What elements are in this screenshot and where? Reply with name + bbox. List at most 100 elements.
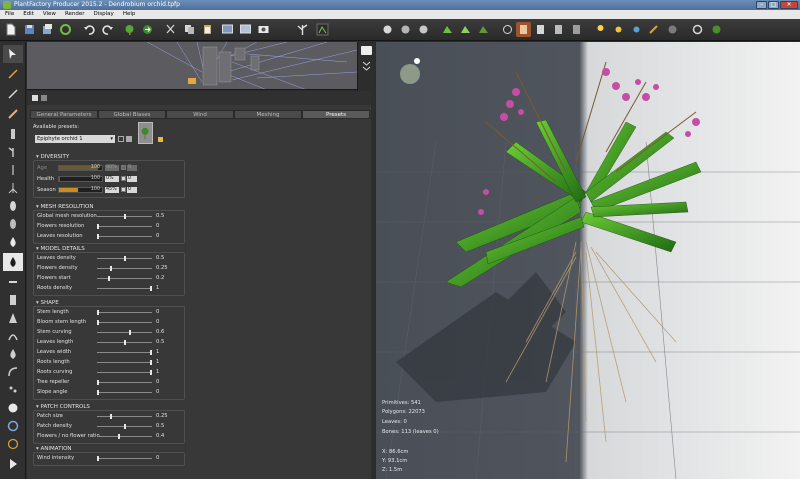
bones-mode-icon[interactable] — [476, 22, 491, 37]
recycle-icon[interactable] — [58, 22, 73, 37]
slider-knob[interactable] — [97, 320, 99, 325]
display-icon[interactable] — [315, 22, 330, 37]
param-slider[interactable] — [97, 340, 152, 345]
cut-icon[interactable] — [163, 22, 178, 37]
menu-help[interactable]: Help — [123, 10, 136, 19]
param-value[interactable]: 0.25 — [156, 413, 168, 419]
maximize-button[interactable]: □ — [768, 1, 779, 9]
param-value[interactable]: 0.5 — [156, 213, 164, 219]
param-slider[interactable] — [97, 370, 152, 375]
graph-view-icon[interactable] — [220, 22, 235, 37]
slider-knob[interactable] — [97, 380, 99, 385]
branch-icon[interactable] — [295, 22, 310, 37]
slider-knob[interactable] — [97, 224, 99, 229]
new-file-icon[interactable] — [3, 22, 18, 37]
slider-knob[interactable] — [97, 390, 99, 395]
cylinder-tool-icon[interactable] — [3, 291, 23, 309]
light-icon[interactable] — [593, 22, 608, 37]
delete-preset-icon[interactable] — [126, 136, 132, 142]
3d-viewport[interactable] — [376, 42, 800, 479]
param-slider[interactable] — [97, 414, 152, 419]
undo-icon[interactable] — [82, 22, 97, 37]
param-value[interactable]: 0 — [156, 455, 159, 461]
param-value[interactable]: 0.6 — [156, 329, 164, 335]
favorite-preset-icon[interactable] — [158, 137, 163, 142]
preset-select[interactable]: Epiphyte orchid 1 ▾ — [35, 135, 115, 143]
diversity-health-checkbox[interactable] — [121, 176, 126, 181]
preset-thumbnail[interactable] — [138, 122, 153, 144]
param-value[interactable]: 1 — [156, 349, 159, 355]
select-tool-icon[interactable] — [3, 45, 23, 63]
brush-tool-icon[interactable] — [3, 105, 23, 123]
screenshot-icon[interactable] — [256, 22, 271, 37]
line-tool-icon[interactable] — [3, 273, 23, 291]
properties-gear-icon[interactable] — [32, 95, 38, 101]
save-icon[interactable] — [22, 22, 37, 37]
param-value[interactable]: 0.5 — [156, 255, 164, 261]
circle-tool-icon[interactable] — [3, 399, 23, 417]
slider-knob[interactable] — [123, 214, 126, 219]
root-tool-icon[interactable] — [3, 179, 23, 197]
export-icon[interactable] — [140, 22, 155, 37]
bones-tool-icon[interactable] — [3, 65, 23, 83]
slider-knob[interactable] — [128, 330, 131, 335]
param-value[interactable]: 0 — [156, 319, 159, 325]
spiral-tool-icon[interactable] — [3, 435, 23, 453]
frond-tool-icon[interactable] — [3, 327, 23, 345]
diversity-health-value[interactable]: 0% — [105, 176, 119, 182]
tab-general-parameters[interactable]: General Parameters — [30, 110, 98, 119]
minimize-button[interactable]: – — [756, 1, 767, 9]
reload-preset-icon[interactable] — [118, 136, 124, 142]
tab-meshing[interactable]: Meshing — [234, 110, 302, 119]
diversity-season-bar[interactable]: 100 — [58, 187, 103, 193]
diversity-age-bar[interactable]: 100 — [58, 165, 103, 171]
param-value[interactable]: 1 — [156, 369, 159, 375]
move-view-icon[interactable] — [380, 22, 395, 37]
close-button[interactable]: ✕ — [780, 1, 798, 9]
param-slider[interactable] — [97, 360, 152, 365]
properties-lock-icon[interactable] — [41, 95, 47, 101]
cone-tool-icon[interactable] — [3, 309, 23, 327]
branch-tool-icon[interactable] — [3, 143, 23, 161]
menu-edit[interactable]: Edit — [23, 10, 34, 19]
diversity-season-value[interactable]: 45% — [105, 187, 119, 193]
graph-view[interactable] — [27, 42, 357, 90]
leaf-tool-icon[interactable] — [3, 197, 23, 215]
texture-mode-icon[interactable] — [516, 22, 531, 37]
leaves-mode-icon[interactable] — [458, 22, 473, 37]
save-as-icon[interactable] — [40, 22, 55, 37]
param-value[interactable]: 1 — [156, 359, 159, 365]
param-value[interactable]: 0 — [156, 223, 159, 229]
menu-render[interactable]: Render — [65, 10, 85, 19]
pin-icon[interactable] — [361, 46, 372, 55]
param-slider[interactable] — [97, 424, 152, 429]
diversity-health-bar[interactable]: 100 — [58, 176, 103, 182]
menu-view[interactable]: View — [43, 10, 56, 19]
play-tool-icon[interactable] — [3, 455, 23, 473]
copy-icon[interactable] — [182, 22, 197, 37]
param-value[interactable]: 0.2 — [156, 275, 164, 281]
shape-tool-icon[interactable] — [3, 253, 23, 271]
param-value[interactable]: 0 — [156, 389, 159, 395]
diversity-health-value2[interactable]: 0 — [127, 176, 137, 182]
param-slider[interactable] — [97, 330, 152, 335]
diversity-season-checkbox[interactable] — [121, 187, 126, 192]
wireframe-icon[interactable] — [500, 22, 515, 37]
param-slider[interactable] — [97, 434, 152, 439]
drop-tool-icon[interactable] — [3, 233, 23, 251]
slider-knob[interactable] — [150, 350, 152, 355]
param-slider[interactable] — [97, 380, 152, 385]
orbit-view-icon[interactable] — [416, 22, 431, 37]
param-slider[interactable] — [97, 456, 152, 461]
layers-icon[interactable] — [551, 22, 566, 37]
slider-knob[interactable] — [97, 456, 99, 461]
slider-knob[interactable] — [150, 360, 152, 365]
particles-tool-icon[interactable] — [3, 381, 23, 399]
rotate-tool-icon[interactable] — [3, 417, 23, 435]
pencil-icon[interactable] — [646, 22, 661, 37]
paste-icon[interactable] — [200, 22, 215, 37]
collapse-icon[interactable] — [361, 60, 372, 72]
petal-tool-icon[interactable] — [3, 215, 23, 233]
bulb-tool-icon[interactable] — [3, 345, 23, 363]
slider-knob[interactable] — [123, 256, 126, 261]
